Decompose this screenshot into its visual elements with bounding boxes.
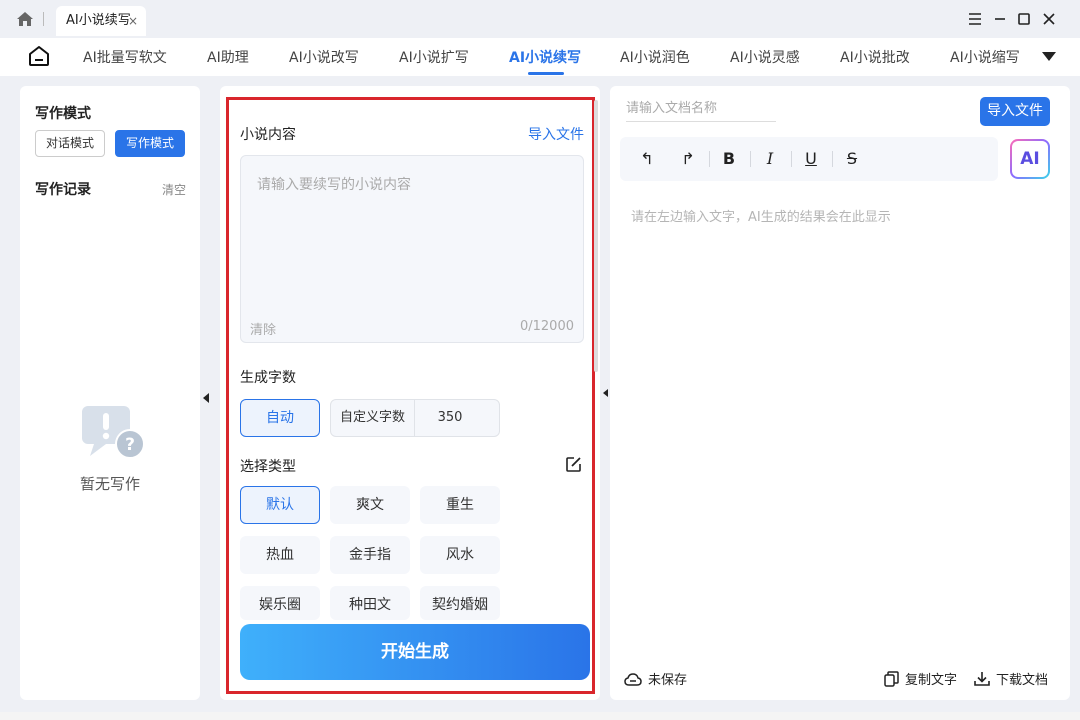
doc-name-input[interactable]: 请输入文档名称 [626, 98, 776, 122]
nav-item-expand[interactable]: AI小说扩写 [399, 47, 469, 67]
nav-item-review[interactable]: AI小说批改 [840, 47, 910, 67]
toolbar-divider [750, 151, 751, 167]
generate-button[interactable]: 开始生成 [240, 624, 590, 680]
nav-item-batch-article[interactable]: AI批量写软文 [83, 47, 167, 67]
mode-title: 写作模式 [35, 106, 91, 122]
top-nav: AI批量写软文 AI助理 AI小说改写 AI小说扩写 AI小说续写 AI小说润色… [0, 38, 1080, 76]
download-icon [974, 672, 990, 686]
nav-home-icon[interactable] [27, 44, 51, 68]
type-chip[interactable]: 重生 [420, 486, 500, 524]
undo-icon[interactable]: ↰ [636, 148, 658, 170]
minimize-icon[interactable] [991, 10, 1009, 28]
save-status-text: 未保存 [648, 673, 688, 688]
underline-icon[interactable]: U [800, 148, 822, 170]
title-separator [43, 12, 44, 26]
char-count: 0/12000 [519, 319, 574, 334]
clear-records-button[interactable]: 清空 [162, 181, 186, 198]
type-chip[interactable]: 热血 [240, 536, 320, 574]
writing-mode-button[interactable]: 写作模式 [115, 130, 185, 157]
toolbar-divider [791, 151, 792, 167]
import-file-link[interactable]: 导入文件 [528, 124, 584, 144]
toolbar-divider [832, 151, 833, 167]
title-bar: AI小说续写 × [0, 0, 1080, 38]
nav-item-rewrite[interactable]: AI小说改写 [289, 47, 359, 67]
edit-icon[interactable] [565, 456, 582, 473]
type-section-title: 选择类型 [240, 459, 296, 475]
left-sidebar: 写作模式 对话模式 写作模式 写作记录 清空 ? 暂无写作 [20, 86, 200, 700]
nav-item-polish[interactable]: AI小说润色 [620, 47, 690, 67]
active-tab-indicator [528, 72, 564, 75]
close-window-icon[interactable] [1040, 10, 1058, 28]
copy-icon [884, 671, 899, 687]
home-icon[interactable] [16, 11, 34, 27]
clear-content-button[interactable]: 清除 [250, 319, 276, 338]
bottom-edge [0, 712, 1080, 720]
download-doc-button[interactable]: 下载文档 [974, 669, 1048, 688]
more-dropdown-icon[interactable] [1042, 52, 1056, 61]
cloud-icon [624, 673, 642, 686]
output-placeholder: 请在左边输入文字，AI生成的结果会在此显示 [631, 210, 891, 225]
custom-count-field[interactable]: 自定义字数 350 [330, 399, 500, 437]
type-chip[interactable]: 契约婚姻 [420, 586, 500, 620]
copy-text-button[interactable]: 复制文字 [884, 669, 957, 688]
word-count-title: 生成字数 [240, 370, 296, 386]
nav-item-inspiration[interactable]: AI小说灵感 [730, 47, 800, 67]
type-chip-default[interactable]: 默认 [240, 486, 320, 524]
strikethrough-icon[interactable]: S [841, 148, 863, 170]
italic-icon[interactable]: I [759, 148, 781, 170]
download-doc-label: 下载文档 [996, 673, 1049, 688]
tab-close-icon[interactable]: × [128, 6, 138, 36]
maximize-icon[interactable] [1015, 10, 1033, 28]
save-status: 未保存 [624, 669, 687, 688]
chat-mode-button[interactable]: 对话模式 [35, 130, 105, 157]
editor-toolbar: ↰ ↱ B I U S [620, 137, 998, 181]
nav-item-continue[interactable]: AI小说续写 [509, 47, 581, 67]
nav-item-condense[interactable]: AI小说缩写 [950, 47, 1020, 67]
svg-text:?: ? [125, 435, 135, 455]
empty-state-icon: ? [82, 406, 145, 459]
records-title: 写作记录 [35, 182, 91, 198]
tab-ai-novel-continue[interactable]: AI小说续写 × [56, 6, 146, 36]
nav-item-assistant[interactable]: AI助理 [207, 47, 249, 67]
content-placeholder: 请输入要续写的小说内容 [257, 177, 411, 193]
toolbar-divider [709, 151, 710, 167]
novel-content-input[interactable]: 请输入要续写的小说内容 清除 0/12000 [240, 155, 584, 343]
bold-icon[interactable]: B [718, 148, 740, 170]
auto-count-button[interactable]: 自动 [240, 399, 320, 437]
type-chip[interactable]: 种田文 [330, 586, 410, 620]
custom-count-input[interactable]: 350 [415, 400, 485, 436]
type-chip[interactable]: 爽文 [330, 486, 410, 524]
collapse-left-icon[interactable] [203, 393, 209, 403]
empty-state-text: 暂无写作 [79, 475, 140, 493]
custom-count-label: 自定义字数 [331, 400, 415, 436]
content-section-title: 小说内容 [240, 127, 296, 143]
type-chip[interactable]: 金手指 [330, 536, 410, 574]
copy-text-label: 复制文字 [905, 673, 958, 688]
type-chip[interactable]: 娱乐圈 [240, 586, 320, 620]
ai-icon[interactable]: AI [1010, 139, 1050, 179]
ai-badge-label: AI [1012, 141, 1048, 177]
redo-icon[interactable]: ↱ [677, 148, 699, 170]
tab-title: AI小说续写 [66, 13, 131, 28]
import-file-button[interactable]: 导入文件 [980, 97, 1050, 126]
scrollbar[interactable] [594, 100, 598, 372]
menu-icon[interactable] [966, 10, 984, 28]
type-chip[interactable]: 风水 [420, 536, 500, 574]
